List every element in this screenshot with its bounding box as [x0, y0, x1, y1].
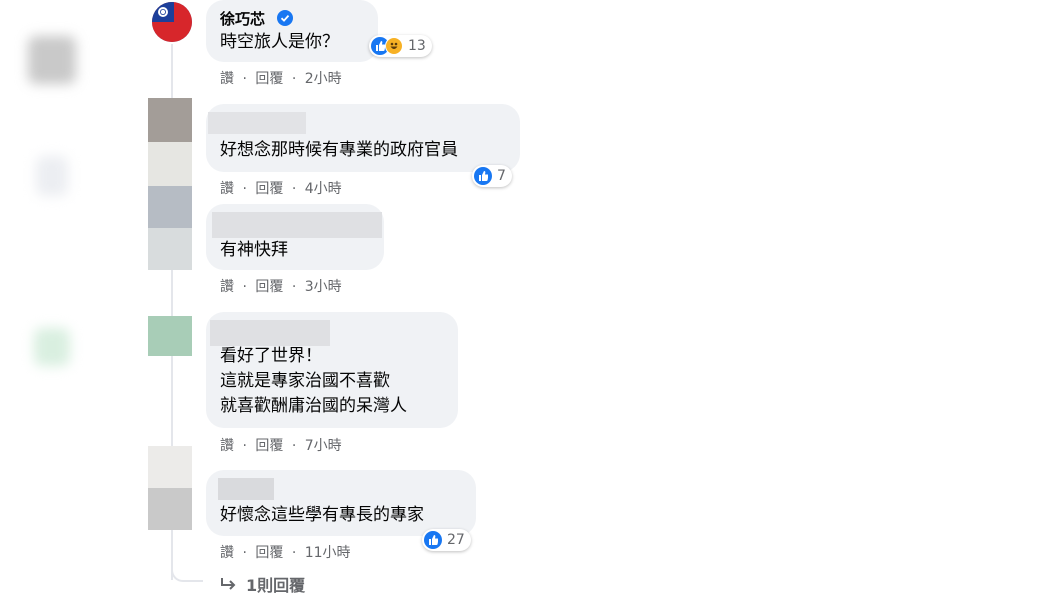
verified-badge-icon	[277, 10, 293, 26]
pixelated-avatar	[148, 228, 192, 270]
reply-action[interactable]: 回覆	[255, 71, 283, 87]
like-action[interactable]: 讚	[220, 279, 234, 295]
comment-meta: 讚 · 回覆 · 11小時	[220, 542, 351, 562]
comment-meta: 讚 · 回覆 · 3小時	[220, 276, 342, 296]
dot-separator: ·	[291, 545, 297, 561]
blurred-avatar	[28, 36, 76, 84]
reply-action[interactable]: 回覆	[255, 181, 283, 197]
like-action[interactable]: 讚	[220, 438, 234, 454]
pixelated-avatar	[148, 488, 192, 530]
commenter-name[interactable]: 徐巧芯	[220, 8, 265, 29]
comment-text: 好想念那時候有專業的政府官員	[220, 140, 458, 160]
reaction-number: 13	[408, 38, 426, 54]
like-icon	[474, 167, 492, 185]
reaction-number: 27	[447, 532, 465, 548]
pixelated-avatar	[148, 186, 192, 228]
like-action[interactable]: 讚	[220, 71, 234, 87]
flag-avatar-icon	[152, 2, 192, 42]
comment-text: 有神快拜	[220, 240, 288, 260]
timestamp[interactable]: 7小時	[305, 438, 342, 454]
view-replies-label: 1則回覆	[246, 576, 306, 595]
dot-separator: ·	[291, 181, 297, 197]
timestamp[interactable]: 11小時	[305, 545, 351, 561]
like-icon	[424, 531, 442, 549]
dot-separator: ·	[242, 438, 247, 454]
blurred-avatar	[34, 328, 70, 366]
comment-meta: 讚 · 回覆 · 7小時	[220, 435, 342, 455]
thread-connector	[171, 566, 203, 582]
comment-meta: 讚 · 回覆 · 4小時	[220, 178, 342, 198]
timestamp[interactable]: 4小時	[305, 181, 342, 197]
dot-separator: ·	[291, 71, 297, 87]
pixelated-name	[218, 478, 274, 500]
pixelated-avatar	[148, 142, 192, 186]
timestamp[interactable]: 2小時	[305, 71, 342, 87]
reaction-count[interactable]: 7	[472, 165, 512, 187]
pixelated-avatar	[148, 446, 192, 488]
pixelated-avatar	[148, 98, 192, 142]
avatar[interactable]	[152, 2, 192, 42]
reply-action[interactable]: 回覆	[255, 545, 283, 561]
view-replies-link[interactable]: 1則回覆	[220, 572, 305, 596]
pixelated-name	[208, 112, 306, 134]
pixelated-name	[210, 320, 330, 346]
haha-icon	[385, 37, 403, 55]
reaction-count[interactable]: 13	[369, 35, 432, 57]
like-action[interactable]: 讚	[220, 545, 234, 561]
dot-separator: ·	[242, 181, 247, 197]
reply-action[interactable]: 回覆	[255, 438, 283, 454]
timestamp[interactable]: 3小時	[305, 279, 342, 295]
comment-text: 好懷念這些學有專長的專家	[220, 505, 424, 525]
reaction-number: 7	[497, 168, 506, 184]
like-action[interactable]: 讚	[220, 181, 234, 197]
comment-meta: 讚 · 回覆 · 2小時	[220, 68, 342, 88]
comment-text: 看好了世界！ 這就是專家治國不喜歡 就喜歡酬庸治國的呆灣人	[220, 346, 407, 416]
pixelated-name	[212, 212, 382, 238]
comment-text: 時空旅人是你？	[220, 32, 339, 52]
reply-arrow-icon	[221, 578, 236, 590]
blurred-avatar	[36, 156, 68, 196]
dot-separator: ·	[291, 438, 297, 454]
pixelated-avatar	[148, 316, 192, 356]
reply-action[interactable]: 回覆	[255, 279, 283, 295]
dot-separator: ·	[242, 279, 247, 295]
dot-separator: ·	[242, 545, 247, 561]
dot-separator: ·	[291, 279, 297, 295]
dot-separator: ·	[242, 71, 247, 87]
reaction-count[interactable]: 27	[422, 529, 471, 551]
